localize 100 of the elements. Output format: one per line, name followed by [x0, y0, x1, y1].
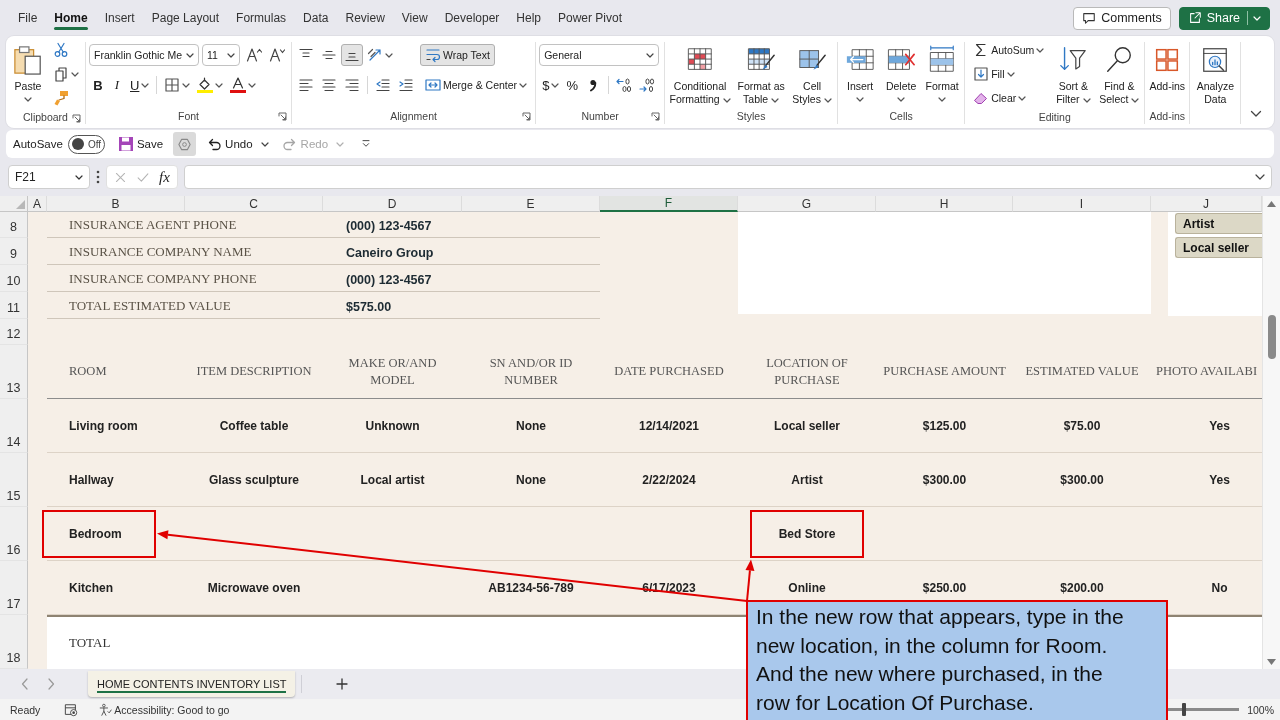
conditional-formatting-button[interactable]: Conditional Formatting [668, 42, 733, 106]
bold-button[interactable]: B [89, 74, 107, 96]
column-header[interactable]: I [1013, 196, 1151, 212]
table-cell: Glass sculpture [208, 472, 299, 487]
percent-button[interactable]: % [563, 74, 582, 96]
slicer-item[interactable]: Local seller [1175, 237, 1262, 258]
row-header[interactable]: 13 [0, 345, 28, 399]
row-header[interactable]: 9 [0, 238, 28, 265]
menu-tab[interactable]: File [10, 6, 46, 30]
paste-button[interactable]: Paste [9, 42, 47, 102]
menu-tab[interactable]: Home [46, 6, 96, 30]
table-cell: Bedroom [69, 526, 122, 541]
row-header[interactable]: 18 [0, 615, 28, 669]
column-header[interactable]: B [47, 196, 185, 212]
vertical-scrollbar[interactable] [1262, 196, 1280, 669]
dialog-launcher-icon[interactable] [651, 112, 661, 121]
grid-icon [164, 77, 181, 93]
row-header[interactable]: 16 [0, 507, 28, 561]
column-header[interactable]: C [185, 196, 323, 212]
menu-tab[interactable]: Insert [96, 6, 143, 30]
field-label: INSURANCE AGENT PHONE [69, 217, 237, 233]
insert-button[interactable]: Insert [841, 42, 880, 102]
collapse-caret-icon[interactable] [1250, 110, 1262, 118]
font-size-dropdown[interactable]: 11 [202, 44, 240, 66]
scissors-icon [53, 42, 69, 58]
menu-tab[interactable]: Review [337, 6, 393, 30]
analyze-data-button[interactable]: Analyze Data [1193, 42, 1238, 106]
menu-tab[interactable]: Power Pivot [550, 6, 631, 30]
menu-tab[interactable]: Data [295, 6, 337, 30]
wrap-text-button[interactable]: Wrap Text [420, 44, 495, 66]
sheet-tab[interactable]: HOME CONTENTS INVENTORY LIST [88, 671, 296, 697]
row-header[interactable]: 10 [0, 265, 28, 292]
dialog-launcher-icon[interactable] [522, 112, 532, 121]
dialog-launcher-icon[interactable] [278, 112, 287, 121]
clear-button[interactable]: Clear [968, 87, 1032, 109]
formula-input[interactable] [183, 165, 1272, 189]
customize-menu-icon[interactable] [360, 138, 373, 150]
underline-button[interactable]: U [127, 74, 153, 96]
scroll-thumb[interactable] [1267, 315, 1276, 359]
row-header[interactable]: 8 [0, 212, 28, 238]
comments-button[interactable]: Comments [1073, 6, 1171, 30]
row-header[interactable]: 12 [0, 319, 28, 345]
undo-icon [206, 136, 223, 152]
cell-styles-button[interactable]: Cell Styles [790, 42, 835, 106]
number-format-dropdown[interactable]: General [539, 44, 660, 66]
more-options-icon[interactable] [96, 170, 100, 184]
row-header[interactable]: 15 [0, 453, 28, 507]
menu-tab[interactable]: View [393, 6, 436, 30]
find-select-button[interactable]: Find & Select [1097, 42, 1142, 106]
share-button[interactable]: Share [1178, 6, 1270, 30]
column-heading: DATE PURCHASED [614, 363, 724, 380]
autosum-button[interactable]: AutoSum [968, 39, 1050, 61]
table-cell: No [1211, 580, 1228, 595]
table-cell: $300.00 [1060, 472, 1104, 487]
row-header[interactable]: 17 [0, 561, 28, 615]
menu-tab[interactable]: Page Layout [143, 6, 228, 30]
row-header[interactable]: 11 [0, 292, 28, 319]
font-name-dropdown[interactable]: Franklin Gothic Me [89, 44, 199, 66]
column-heading: ITEM DESCRIPTION [196, 363, 312, 380]
row-header[interactable]: 14 [0, 399, 28, 453]
scroll-down-icon[interactable] [1267, 659, 1276, 665]
dialog-launcher-icon[interactable] [72, 114, 81, 123]
slicer-item[interactable]: Artist [1175, 213, 1262, 234]
name-box[interactable]: F21 [8, 165, 90, 189]
column-header[interactable]: E [462, 196, 600, 212]
total-label: TOTAL [69, 635, 111, 651]
italic-button[interactable]: I [108, 74, 126, 96]
add-sheet-icon[interactable] [336, 678, 349, 690]
column-header[interactable]: D [323, 196, 462, 212]
column-header[interactable]: G [738, 196, 876, 212]
clipboard-icon [13, 45, 43, 75]
format-as-table-button[interactable]: Format as Table [735, 42, 788, 106]
delete-button[interactable]: Delete [882, 42, 921, 102]
merge-center-button[interactable]: Merge & Center [420, 74, 533, 96]
fill-button[interactable]: Fill [968, 63, 1020, 85]
column-header[interactable]: F [600, 196, 738, 212]
menu-tab[interactable]: Developer [436, 6, 508, 30]
slider-thumb[interactable] [1181, 703, 1186, 716]
menu-tab[interactable]: Formulas [228, 6, 295, 30]
touch-mode-button[interactable] [173, 132, 197, 156]
decrease-decimal-icon [639, 77, 656, 93]
wrap-text-icon [425, 47, 441, 63]
column-header[interactable]: A [28, 196, 47, 212]
add-ins-button[interactable]: Add-ins [1148, 42, 1187, 93]
accounting-format-button[interactable]: $ [539, 74, 563, 96]
expand-caret-icon[interactable] [1255, 174, 1265, 180]
eraser-icon [973, 90, 990, 106]
insert-function-button[interactable]: fx [159, 168, 170, 186]
scroll-up-icon[interactable] [1267, 201, 1276, 207]
sort-filter-button[interactable]: Sort & Filter [1052, 42, 1095, 106]
format-button[interactable]: Format [923, 42, 962, 102]
column-header[interactable]: J [1151, 196, 1262, 212]
field-label: INSURANCE COMPANY PHONE [69, 271, 257, 287]
menu-tab[interactable]: Help [508, 6, 549, 30]
bottom-align-button[interactable] [341, 44, 363, 66]
table-cell: None [516, 472, 546, 487]
column-header[interactable]: H [876, 196, 1013, 212]
undo-button[interactable]: Undo [203, 132, 272, 156]
save-button[interactable]: Save [114, 132, 167, 156]
check-icon[interactable] [136, 170, 150, 184]
